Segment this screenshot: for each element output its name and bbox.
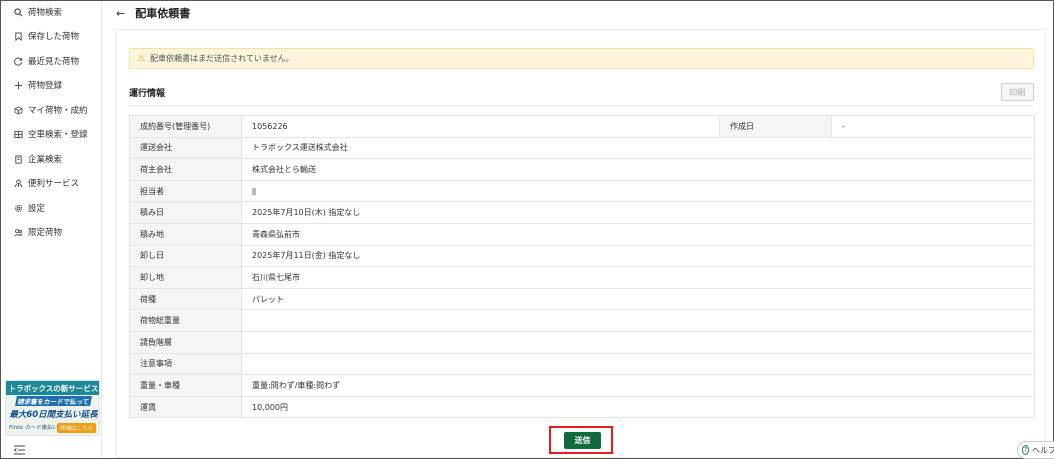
sidebar-item-company[interactable]: 企業検索: [1, 148, 101, 170]
page-header: ← 配車依頼書: [102, 1, 1053, 25]
truck-icon: [14, 130, 23, 139]
sidebar-item-my-cargo[interactable]: マイ荷物・成約: [1, 99, 101, 121]
table-row: 注意事項: [129, 352, 1035, 376]
sidebar-item-label: 最近見た荷物: [28, 57, 80, 67]
table-row: 荷種 パレット: [129, 287, 1035, 311]
alert-message: 配車依頼書はまだ送信されていません。: [150, 54, 294, 63]
sidebar-item-label: 便利サービス: [28, 179, 80, 189]
row-value: [241, 330, 1035, 354]
divider: [129, 105, 1034, 106]
row-value: トラボックス運送株式会社: [241, 136, 1035, 160]
sidebar-item-saved[interactable]: 保存した荷物: [1, 25, 101, 47]
sidebar-collapse-icon[interactable]: [13, 445, 25, 455]
sidebar-item-search[interactable]: 荷物検索: [1, 1, 101, 23]
row-value: [241, 309, 1035, 332]
row-value: 青森県弘前市: [241, 222, 1035, 246]
banner-details-link[interactable]: 詳細はこちら: [56, 423, 96, 433]
gear-icon: [14, 204, 23, 213]
history-icon: [14, 57, 23, 66]
plus-icon: [14, 81, 23, 90]
services-icon: [14, 178, 23, 188]
banner-subline: 請求書をカードで払って: [15, 396, 92, 406]
sidebar-item-label: 限定荷物: [28, 228, 63, 238]
sidebar-item-limited[interactable]: 限定荷物: [1, 221, 101, 243]
sidebar-item-label: 設定: [28, 204, 46, 214]
page-title: 配車依頼書: [135, 7, 191, 20]
banner-main-copy: 最大60日間支払い延長: [9, 409, 98, 420]
row-label: 重量・車種: [129, 374, 242, 397]
row-label: 運賃: [129, 395, 242, 419]
row-label: 注意事項: [129, 352, 242, 376]
table-row: 担当者: [129, 179, 1035, 203]
table-row: 成約番号(管理番号) 1056226 作成日 -: [129, 115, 1035, 138]
table-row: 積み日 2025年7月10日(木) 指定なし: [129, 201, 1035, 224]
sidebar-item-label: 荷物検索: [28, 8, 63, 18]
row-label: 請負階層: [129, 330, 242, 354]
redacted-value: [252, 187, 256, 195]
table-row: 重量・車種 重量:問わず/車種:問わず: [129, 374, 1035, 397]
sidebar-item-vacancy[interactable]: 空車検索・登録: [1, 123, 101, 145]
row-value: [241, 179, 1035, 203]
row-value: パレット: [241, 287, 1035, 311]
row-label: 卸し地: [129, 266, 242, 289]
table-row: 卸し地 石川県七尾市: [129, 266, 1035, 289]
row-label: 積み日: [129, 201, 242, 224]
back-arrow-icon[interactable]: ←: [116, 7, 125, 20]
row-label: 担当者: [129, 179, 242, 203]
submit-button[interactable]: 送信: [564, 432, 601, 449]
row-label: 荷種: [129, 287, 242, 311]
sidebar-item-register[interactable]: 荷物登録: [1, 74, 101, 96]
print-button[interactable]: 印刷: [1001, 83, 1034, 101]
section-title: 運行情報: [129, 89, 166, 99]
row-value: 石川県七尾市: [241, 266, 1035, 289]
sidebar-item-services[interactable]: 便利サービス: [1, 172, 101, 194]
row-value: 2025年7月10日(木) 指定なし: [241, 201, 1035, 224]
row-label: 作成日: [719, 115, 832, 138]
table-row: 運賃 10,000円: [129, 395, 1035, 419]
search-icon: [14, 7, 23, 17]
row-label: 成約番号(管理番号): [129, 115, 242, 138]
row-value: 1056226: [241, 115, 720, 138]
help-button[interactable]: ? ヘルプ: [1017, 441, 1054, 459]
banner-brand: Finto カード後払い: [9, 425, 58, 431]
row-label: 卸し日: [129, 244, 242, 268]
status-alert: ⚠ 配車依頼書はまだ送信されていません。: [129, 48, 1034, 69]
warning-icon: ⚠: [137, 53, 146, 64]
table-row: 荷物総重量: [129, 309, 1035, 332]
sidebar-item-recent[interactable]: 最近見た荷物: [1, 50, 101, 72]
sidebar-item-label: 企業検索: [28, 155, 63, 165]
table-row: 卸し日 2025年7月11日(金) 指定なし: [129, 244, 1035, 268]
limited-icon: [14, 228, 23, 237]
row-value: 2025年7月11日(金) 指定なし: [241, 244, 1035, 268]
sidebar: 荷物検索 保存した荷物 最近見た荷物 荷物登録 マイ荷物・成約 空車検索・登録 …: [1, 1, 102, 458]
operation-info-table: 成約番号(管理番号) 1056226 作成日 - 運送会社 トラボックス運送株式会…: [129, 115, 1035, 419]
table-row: 荷主会社 株式会社とら輸送: [129, 158, 1035, 181]
box-icon: [14, 105, 23, 115]
help-label: ヘルプ: [1032, 445, 1054, 455]
bookmark-icon: [14, 31, 23, 41]
row-value: -: [831, 115, 1035, 138]
help-icon: ?: [1022, 445, 1029, 455]
row-label: 荷主会社: [129, 158, 242, 181]
row-value: 株式会社とら輸送: [241, 158, 1035, 181]
sidebar-item-settings[interactable]: 設定: [1, 197, 101, 219]
row-label: 荷物総重量: [129, 309, 242, 332]
banner-headline: トラボックスの新サービス: [6, 381, 99, 395]
sidebar-item-label: 空車検索・登録: [28, 130, 88, 140]
row-label: 運送会社: [129, 136, 242, 160]
row-value: 重量:問わず/車種:問わず: [241, 374, 1035, 397]
table-row: 運送会社 トラボックス運送株式会社: [129, 136, 1035, 160]
sidebar-item-label: マイ荷物・成約: [28, 106, 88, 116]
row-value: 10,000円: [241, 395, 1035, 419]
building-icon: [14, 154, 23, 164]
promo-banner[interactable]: トラボックスの新サービス 請求書をカードで払って 最大60日間支払い延長 Fin…: [5, 380, 100, 436]
sidebar-item-label: 荷物登録: [28, 81, 63, 91]
table-row: 積み地 青森県弘前市: [129, 222, 1035, 246]
sidebar-item-label: 保存した荷物: [28, 32, 80, 42]
row-value: [241, 352, 1035, 376]
table-row: 請負階層: [129, 330, 1035, 354]
row-label: 積み地: [129, 222, 242, 246]
